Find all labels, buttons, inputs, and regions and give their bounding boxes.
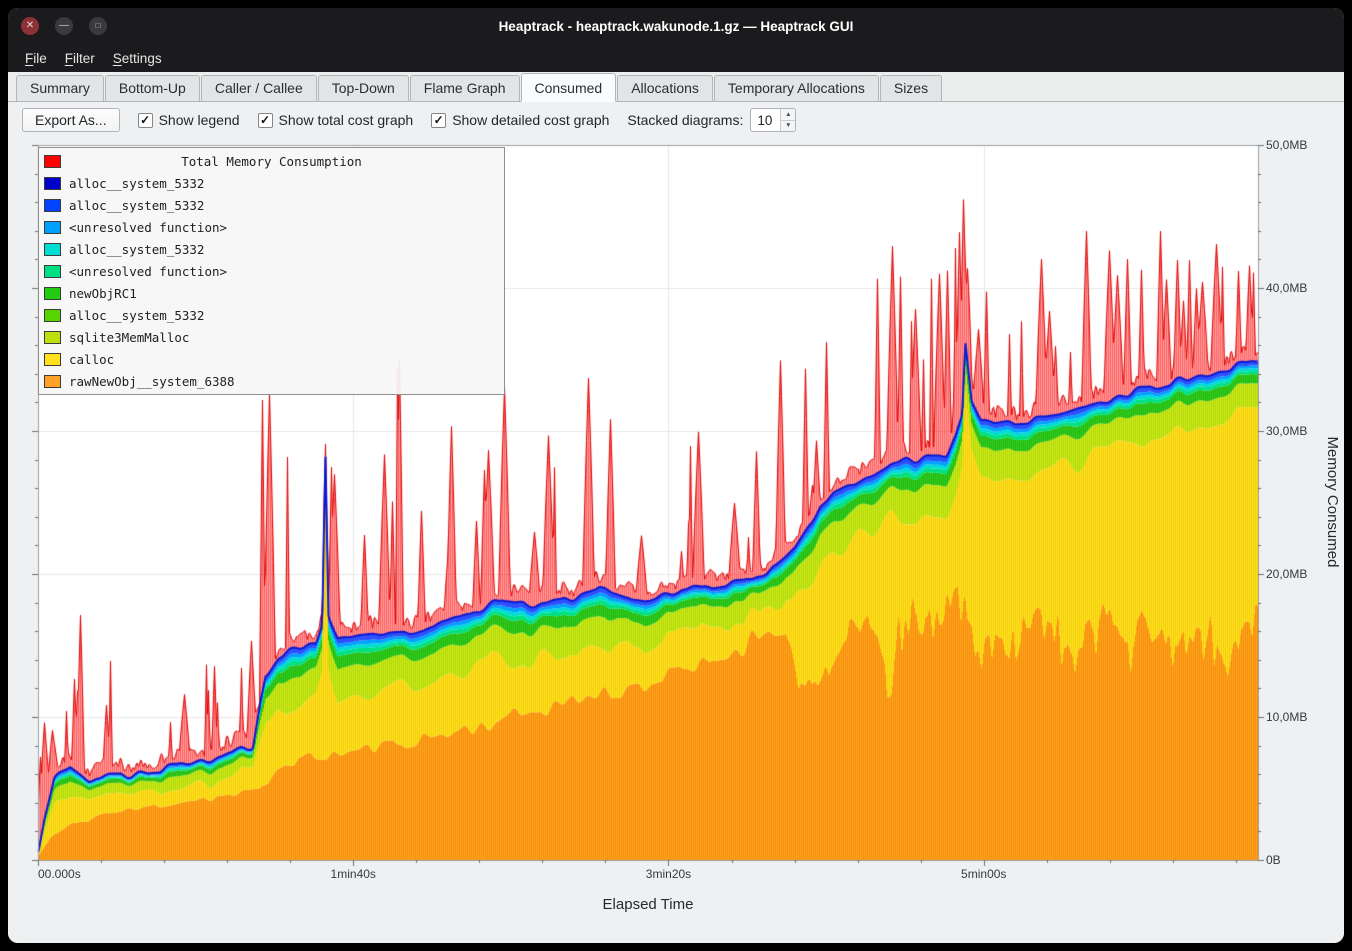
legend-item: sqlite3MemMalloc [39, 326, 504, 348]
checkbox-icon[interactable]: ✓ [258, 113, 273, 128]
close-button[interactable]: ✕ [21, 17, 39, 35]
chart-legend: Total Memory Consumption alloc__system_53… [38, 147, 505, 395]
y-axis-title: Memory Consumed [1324, 437, 1341, 568]
checkbox-show-detailed-cost-graph: ✓ Show detailed cost graph [431, 112, 609, 128]
menu-filter[interactable]: Filter [56, 47, 104, 70]
legend-item: alloc__system_5332 [39, 238, 504, 260]
legend-swatch [44, 199, 61, 212]
legend-item: alloc__system_5332 [39, 172, 504, 194]
legend-item-label: rawNewObj__system_6388 [69, 374, 235, 389]
x-axis-tick-label: 5min00s [961, 867, 1006, 881]
y-axis-tick-label: 30,0MB [1266, 423, 1307, 439]
legend-swatch [44, 155, 61, 168]
stacked-diagrams-value[interactable]: 10 [751, 109, 780, 131]
legend-swatch [44, 177, 61, 190]
checkbox-show-legend: ✓ Show legend [138, 112, 240, 128]
checkbox-icon[interactable]: ✓ [431, 113, 446, 128]
tab-flame-graph[interactable]: Flame Graph [410, 75, 520, 102]
legend-item: <unresolved function> [39, 216, 504, 238]
x-axis-title: Elapsed Time [603, 896, 694, 913]
checkbox-icon[interactable]: ✓ [138, 113, 153, 128]
minimize-button[interactable]: — [55, 17, 73, 35]
tab-consumed[interactable]: Consumed [521, 73, 617, 102]
legend-item-label: sqlite3MemMalloc [69, 330, 189, 345]
toolbar: Export As... ✓ Show legend ✓ Show total cos… [8, 102, 1344, 138]
checkbox-label: Show total cost graph [279, 112, 414, 128]
tab-summary[interactable]: Summary [16, 75, 104, 102]
x-axis-tick-label: 3min20s [646, 867, 691, 881]
legend-swatch [44, 243, 61, 256]
legend-item-label: <unresolved function> [69, 264, 227, 279]
maximize-button[interactable]: □ [89, 17, 107, 35]
stacked-diagrams-spinbox: 10 ▲ ▼ [750, 108, 796, 132]
legend-swatch [44, 353, 61, 366]
spinbox-steppers: ▲ ▼ [780, 109, 795, 131]
tab-top-down[interactable]: Top-Down [318, 75, 409, 102]
window-buttons: ✕ — □ [21, 17, 107, 35]
y-axis-tick-label: 50,0MB [1266, 137, 1307, 153]
y-axis-tick-label: 10,0MB [1266, 709, 1307, 725]
tab-bottom-up[interactable]: Bottom-Up [105, 75, 200, 102]
legend-item: alloc__system_5332 [39, 304, 504, 326]
legend-item: newObjRC1 [39, 282, 504, 304]
checkbox-label: Show legend [159, 112, 240, 128]
legend-title-row: Total Memory Consumption [39, 150, 504, 172]
menubar: FileFilterSettings [8, 44, 1344, 72]
window-title: Heaptrack - heaptrack.wakunode.1.gz — He… [499, 19, 854, 34]
tab-caller-callee[interactable]: Caller / Callee [201, 75, 317, 102]
legend-swatch [44, 287, 61, 300]
legend-item: alloc__system_5332 [39, 194, 504, 216]
legend-item-label: alloc__system_5332 [69, 242, 204, 257]
spin-up-icon[interactable]: ▲ [781, 109, 795, 121]
legend-item-label: alloc__system_5332 [69, 176, 204, 191]
tab-sizes[interactable]: Sizes [880, 75, 942, 102]
x-axis-tick-label: 1min40s [331, 867, 376, 881]
export-as-button[interactable]: Export As... [22, 108, 120, 132]
stacked-diagrams-label: Stacked diagrams: [627, 112, 743, 128]
app-window: ✕ — □ Heaptrack - heaptrack.wakunode.1.g… [8, 8, 1344, 943]
legend-swatch [44, 309, 61, 322]
legend-swatch [44, 265, 61, 278]
checkbox-group: ✓ Show legend ✓ Show total cost graph ✓ Show … [138, 112, 610, 128]
menu-settings[interactable]: Settings [104, 47, 171, 70]
tab-allocations[interactable]: Allocations [617, 75, 713, 102]
checkbox-show-total-cost-graph: ✓ Show total cost graph [258, 112, 414, 128]
legend-item-label: alloc__system_5332 [69, 198, 204, 213]
stacked-diagrams-control: Stacked diagrams: 10 ▲ ▼ [627, 108, 796, 132]
y-axis-tick-label: 40,0MB [1266, 280, 1307, 296]
titlebar: ✕ — □ Heaptrack - heaptrack.wakunode.1.g… [8, 8, 1344, 44]
legend-title: Total Memory Consumption [69, 154, 474, 169]
menu-file[interactable]: File [16, 47, 56, 70]
legend-swatch [44, 331, 61, 344]
chart-area: Total Memory Consumption alloc__system_53… [8, 138, 1344, 943]
legend-item: calloc [39, 348, 504, 370]
tab-bar: SummaryBottom-UpCaller / CalleeTop-DownF… [8, 72, 1344, 102]
legend-item-label: calloc [69, 352, 114, 367]
y-axis-tick-label: 20,0MB [1266, 566, 1307, 582]
x-axis-tick-label: 00.000s [38, 867, 81, 881]
legend-swatch [44, 375, 61, 388]
spin-down-icon[interactable]: ▼ [781, 121, 795, 132]
legend-item-label: <unresolved function> [69, 220, 227, 235]
legend-item-label: newObjRC1 [69, 286, 137, 301]
checkbox-label: Show detailed cost graph [452, 112, 609, 128]
tab-temporary-allocations[interactable]: Temporary Allocations [714, 75, 879, 102]
y-axis-tick-label: 0B [1266, 852, 1281, 868]
legend-item: <unresolved function> [39, 260, 504, 282]
legend-item: rawNewObj__system_6388 [39, 370, 504, 392]
legend-swatch [44, 221, 61, 234]
legend-item-label: alloc__system_5332 [69, 308, 204, 323]
